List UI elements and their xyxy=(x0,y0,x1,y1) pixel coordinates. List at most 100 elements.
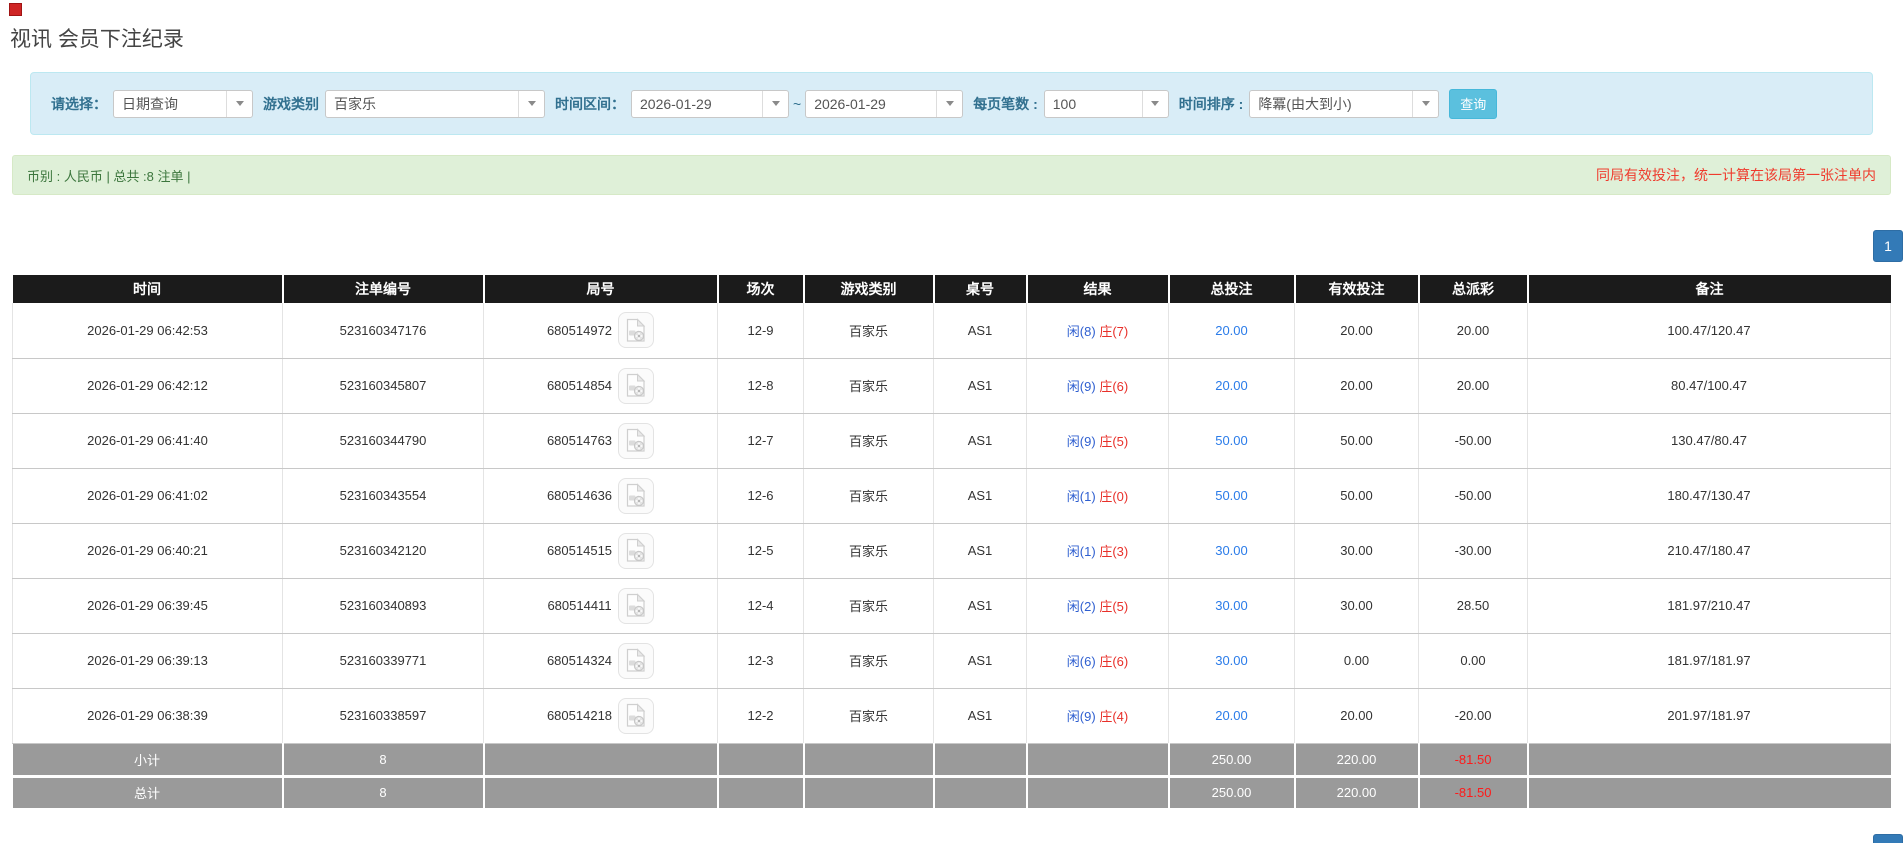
chevron-down-icon[interactable] xyxy=(936,90,962,117)
round-number: 680514218 xyxy=(546,708,613,723)
cell-game-type: 百家乐 xyxy=(803,303,934,359)
total-bet-link[interactable]: 50.00 xyxy=(1215,488,1248,503)
cell-bet-id: 523160343554 xyxy=(282,468,484,524)
result-player: 闲(9) xyxy=(1066,434,1096,449)
cell-game-type: 百家乐 xyxy=(803,633,934,689)
column-header: 结果 xyxy=(1026,275,1170,303)
cell-valid-bet: 20.00 xyxy=(1294,303,1419,359)
cell-table-no: AS1 xyxy=(933,688,1027,744)
cell-valid-bet: 30.00 xyxy=(1294,523,1419,579)
video-replay-button[interactable] xyxy=(618,532,655,569)
column-header: 时间 xyxy=(12,275,284,303)
video-replay-button[interactable] xyxy=(617,587,654,624)
cell-result: 闲(9) 庄(5) xyxy=(1026,413,1169,469)
total-bet-link[interactable]: 20.00 xyxy=(1215,708,1248,723)
search-button[interactable]: 查询 xyxy=(1449,88,1498,119)
total-bet-link[interactable]: 50.00 xyxy=(1215,433,1248,448)
video-replay-button[interactable] xyxy=(618,642,655,679)
cell-round: 680514972 xyxy=(483,303,718,359)
table-header-row: 时间 注单编号 局号 场次 游戏类别 桌号 结果 总投注 有效投注 总派彩 备注 xyxy=(12,275,1891,303)
result-player: 闲(1) xyxy=(1066,489,1096,504)
result-banker: 庄(6) xyxy=(1099,654,1129,669)
total-bet-link[interactable]: 30.00 xyxy=(1215,598,1248,613)
cell-session: 12-7 xyxy=(717,413,804,469)
cell-remark: 181.97/181.97 xyxy=(1527,633,1891,689)
cell-remark: 201.97/181.97 xyxy=(1527,688,1891,744)
footer-cell xyxy=(717,776,805,811)
grand-total-row: 总计 8 250.00 220.00 -81.50 xyxy=(12,776,1891,811)
cell-result: 闲(2) 庄(5) xyxy=(1026,578,1169,634)
cell-round: 680514324 xyxy=(483,633,718,689)
footer-cell xyxy=(1026,776,1170,811)
total-bet-link[interactable]: 30.00 xyxy=(1215,653,1248,668)
cell-time: 2026-01-29 06:39:45 xyxy=(12,578,283,634)
cell-remark: 180.47/130.47 xyxy=(1527,468,1891,524)
footer-label: 小计 xyxy=(12,743,284,778)
footer-cell xyxy=(1026,743,1170,778)
result-banker: 庄(3) xyxy=(1099,544,1129,559)
cell-total-bet: 20.00 xyxy=(1168,688,1295,744)
cell-bet-id: 523160342120 xyxy=(282,523,484,579)
page-button-1[interactable]: 1 xyxy=(1873,833,1903,843)
video-replay-button[interactable] xyxy=(618,477,655,514)
chevron-down-icon[interactable] xyxy=(1412,90,1438,117)
cell-bet-id: 523160347176 xyxy=(282,303,484,359)
cell-time: 2026-01-29 06:38:39 xyxy=(12,688,283,744)
video-replay-button[interactable] xyxy=(618,312,655,349)
column-header: 桌号 xyxy=(933,275,1028,303)
date-to-select[interactable]: 2026-01-29 xyxy=(805,89,964,118)
video-replay-icon xyxy=(626,318,646,342)
chevron-down-icon[interactable] xyxy=(1141,90,1168,117)
cell-valid-bet: 20.00 xyxy=(1294,358,1419,414)
footer-valid-bet: 220.00 xyxy=(1294,776,1420,811)
page-button-1[interactable]: 1 xyxy=(1873,230,1903,262)
result-player: 闲(6) xyxy=(1066,654,1096,669)
total-bet-link[interactable]: 20.00 xyxy=(1215,378,1248,393)
video-replay-button[interactable] xyxy=(618,367,655,404)
time-sort-label: 时间排序 : xyxy=(1178,95,1244,112)
table-row: 2026-01-29 06:41:40 523160344790 680514763… xyxy=(12,413,1891,469)
time-sort-select[interactable]: 降冪(由大到小) xyxy=(1249,89,1440,118)
result-player: 闲(8) xyxy=(1066,323,1096,339)
chevron-down-icon[interactable] xyxy=(518,90,544,117)
footer-total-bet: 250.00 xyxy=(1168,743,1296,778)
cell-result: 闲(9) 庄(6) xyxy=(1026,358,1169,414)
chevron-down-icon[interactable] xyxy=(226,90,252,117)
cell-total-bet: 50.00 xyxy=(1168,413,1295,469)
cell-round: 680514411 xyxy=(483,578,718,634)
table-row: 2026-01-29 06:38:39 523160338597 680514218… xyxy=(12,688,1891,744)
table-row: 2026-01-29 06:40:21 523160342120 680514515… xyxy=(12,523,1891,579)
game-type-label: 游戏类别 xyxy=(263,95,319,112)
footer-label: 总计 xyxy=(12,776,284,811)
cell-total-bet: 30.00 xyxy=(1168,523,1295,579)
date-from-select[interactable]: 2026-01-29 xyxy=(631,89,789,118)
cell-round: 680514763 xyxy=(483,413,718,469)
game-type-select[interactable]: 百家乐 xyxy=(325,89,545,118)
cell-remark: 80.47/100.47 xyxy=(1527,358,1891,414)
total-bet-link[interactable]: 20.00 xyxy=(1215,323,1248,338)
cell-valid-bet: 20.00 xyxy=(1294,688,1419,744)
total-bet-link[interactable]: 30.00 xyxy=(1215,543,1248,558)
cell-time: 2026-01-29 06:42:12 xyxy=(12,358,283,414)
cell-payout: -50.00 xyxy=(1418,468,1528,524)
date-from-value: 2026-01-29 xyxy=(640,95,712,112)
summary-warning-text: 同局有效投注，统一计算在该局第一张注单内 xyxy=(1596,167,1876,183)
cell-total-bet: 20.00 xyxy=(1168,358,1295,414)
cell-table-no: AS1 xyxy=(933,578,1027,634)
cell-result: 闲(1) 庄(0) xyxy=(1026,468,1169,524)
round-number: 680514411 xyxy=(547,598,612,613)
cell-bet-id: 523160345807 xyxy=(282,358,484,414)
page-size-select[interactable]: 100 xyxy=(1043,89,1169,118)
round-number: 680514515 xyxy=(546,543,613,558)
query-type-select[interactable]: 日期查询 xyxy=(113,89,253,118)
result-player: 闲(9) xyxy=(1066,379,1096,394)
cell-session: 12-5 xyxy=(717,523,804,579)
video-replay-button[interactable] xyxy=(618,422,655,459)
column-header: 总派彩 xyxy=(1418,275,1529,303)
chevron-down-icon[interactable] xyxy=(762,90,788,117)
video-replay-button[interactable] xyxy=(618,697,655,734)
video-replay-icon xyxy=(626,538,646,562)
cell-session: 12-2 xyxy=(717,688,804,744)
round-number: 680514763 xyxy=(546,433,613,448)
footer-payout: -81.50 xyxy=(1418,743,1529,778)
